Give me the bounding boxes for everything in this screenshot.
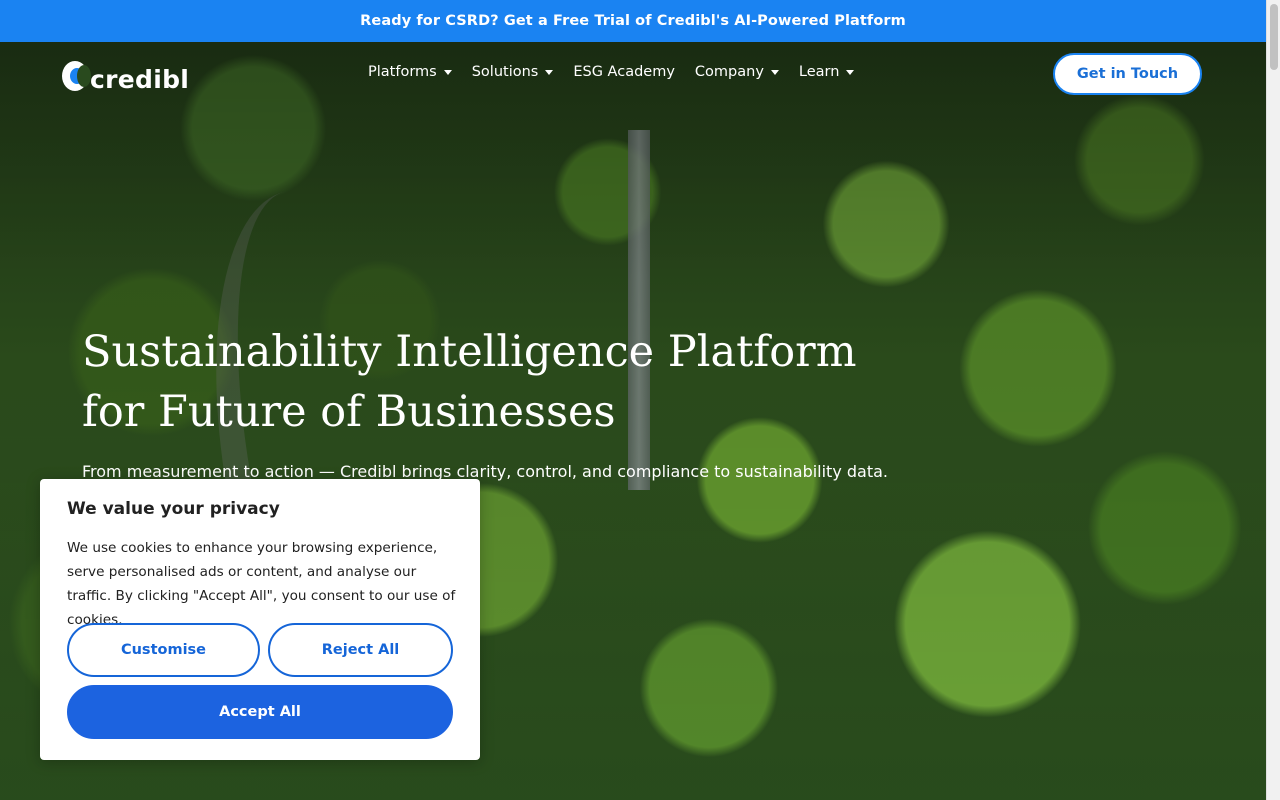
customise-button[interactable]: Customise	[67, 623, 260, 677]
caret-down-icon	[545, 69, 554, 75]
page: Ready for CSRD? Get a Free Trial of Cred…	[0, 0, 1280, 800]
nav-item-solutions[interactable]: Solutions	[472, 64, 554, 80]
caret-down-icon	[770, 69, 779, 75]
cookie-title: We value your privacy	[67, 499, 280, 519]
credibl-logo[interactable]: credibl	[62, 56, 189, 96]
nav-item-learn[interactable]: Learn	[799, 64, 855, 80]
cookie-consent-dialog: We value your privacy We use cookies to …	[40, 479, 480, 760]
hero-title-line2: for Future of Businesses	[82, 387, 616, 437]
caret-down-icon	[846, 69, 855, 75]
announcement-bar: Ready for CSRD? Get a Free Trial of Cred…	[0, 0, 1266, 42]
nav-item-esg-academy[interactable]: ESG Academy	[573, 64, 675, 80]
site-header: credibl Platforms Solutions ESG Academy …	[0, 42, 1266, 108]
nav-item-label: Platforms	[368, 64, 437, 80]
nav-item-label: Learn	[798, 64, 840, 80]
hero-title: Sustainability Intelligence Platform for …	[82, 322, 982, 442]
scrollbar-thumb[interactable]	[1270, 4, 1278, 70]
nav-item-platforms[interactable]: Platforms	[368, 64, 452, 80]
caret-down-icon	[443, 69, 452, 75]
logo-mark-icon	[62, 59, 91, 93]
nav-item-company[interactable]: Company	[695, 64, 779, 80]
reject-all-button[interactable]: Reject All	[268, 623, 453, 677]
page-scrollbar[interactable]	[1266, 0, 1280, 800]
nav-item-label: ESG Academy	[573, 64, 675, 80]
main-nav: Platforms Solutions ESG Academy Company …	[368, 64, 874, 80]
announcement-link[interactable]: Ready for CSRD? Get a Free Trial of Cred…	[360, 13, 906, 29]
nav-item-label: Solutions	[471, 64, 539, 80]
get-in-touch-button[interactable]: Get in Touch	[1053, 53, 1202, 95]
accept-all-button[interactable]: Accept All	[67, 685, 453, 739]
cookie-description: We use cookies to enhance your browsing …	[67, 540, 456, 628]
hero-title-line1: Sustainability Intelligence Platform	[82, 327, 857, 377]
nav-item-label: Company	[694, 64, 764, 80]
logo-text: credibl	[90, 64, 190, 94]
